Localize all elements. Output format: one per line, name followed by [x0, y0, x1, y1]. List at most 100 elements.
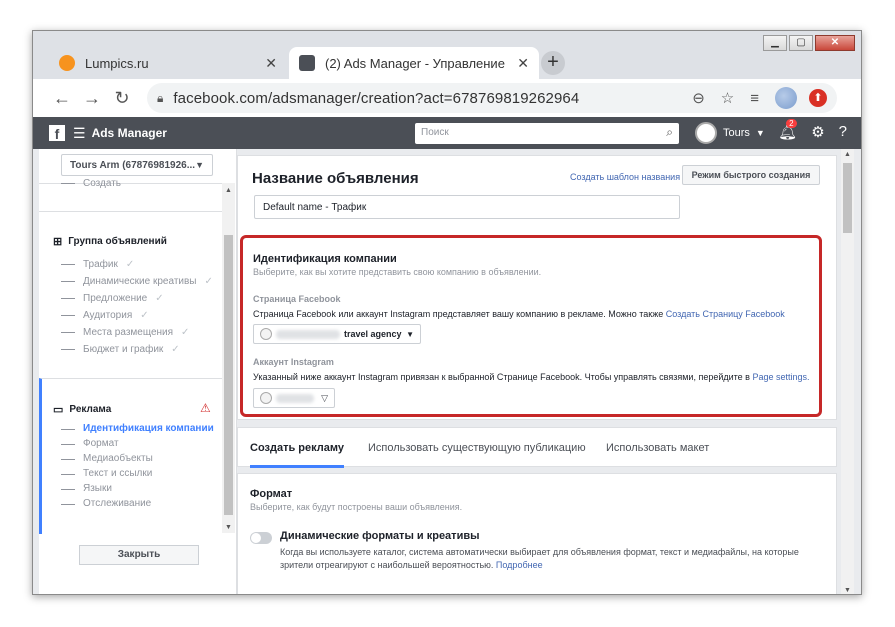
tab-ads-manager[interactable]: (2) Ads Manager - Управление р ✕	[289, 47, 539, 79]
sidebar-item-offer[interactable]: Предложение ✓	[61, 290, 213, 307]
learn-more-link[interactable]: Подробнее	[496, 560, 543, 570]
tab-title: Lumpics.ru	[85, 55, 149, 71]
sidebar-item-languages[interactable]: Языки	[61, 481, 214, 496]
lock-icon[interactable]: 🔒︎	[157, 91, 163, 106]
scroll-down-icon[interactable]: ▼	[841, 587, 854, 594]
profile-avatar[interactable]	[775, 87, 797, 109]
page-settings-link[interactable]: Page settings.	[752, 372, 809, 382]
sidebar-item-label: Текст и ссылки	[83, 468, 153, 479]
app-title: Ads Manager	[91, 126, 167, 140]
ad-set-heading[interactable]: ⊞ Группа объявлений	[53, 235, 167, 248]
notification-count: 2	[786, 119, 797, 128]
ad-account-select[interactable]: Tours Arm (67876981926... ▼	[61, 154, 213, 176]
zoom-icon[interactable]: ⊖	[692, 89, 705, 107]
ad-name-title: Название объявления	[252, 170, 419, 187]
content-area: Tours Arm (67876981926... ▼ Создать ⊞ Гр…	[33, 149, 861, 594]
check-icon: ✓	[140, 310, 149, 321]
sidebar-item-label: Медиаобъекты	[83, 453, 153, 464]
instagram-avatar	[260, 392, 272, 404]
quick-creation-button[interactable]: Режим быстрого создания	[682, 165, 820, 185]
chevron-down-icon: ▼	[195, 160, 204, 170]
bookmark-star-icon[interactable]: ☆	[721, 89, 734, 107]
campaign-tree: Создать	[61, 175, 121, 192]
sidebar-item-text-links[interactable]: Текст и ссылки	[61, 466, 214, 481]
account-switcher[interactable]: Tours ▼	[695, 122, 765, 144]
facebook-page-select[interactable]: travel agency ▼	[253, 324, 421, 344]
facebook-page-text: Страница Facebook или аккаунт Instagram …	[253, 309, 785, 319]
tab-lumpics[interactable]: Lumpics.ru ✕	[49, 47, 287, 79]
search-icon[interactable]: ⌕	[666, 125, 673, 140]
address-bar[interactable]: 🔒︎ facebook.com/adsmanager/creation?act=…	[147, 83, 837, 113]
ad-icon: ▭	[53, 404, 64, 416]
close-button[interactable]: Закрыть	[79, 545, 199, 565]
scroll-up-icon[interactable]: ▲	[841, 151, 854, 158]
instagram-label: Аккаунт Instagram	[253, 357, 334, 367]
tab-existing-post[interactable]: Использовать существующую публикацию	[368, 428, 586, 468]
creative-tabs: Создать рекламу Использовать существующу…	[237, 427, 837, 468]
sidebar-item-label: Бюджет и график	[83, 344, 164, 355]
sidebar-divider	[39, 211, 222, 212]
format-subtitle: Выберите, как будут построены ваши объяв…	[250, 502, 463, 512]
notifications-bell-icon[interactable]: 🔔︎ 2	[778, 119, 797, 141]
page-name: travel agency	[344, 329, 402, 339]
scrollbar-thumb[interactable]	[224, 235, 233, 515]
instagram-text: Указанный ниже аккаунт Instagram привяза…	[253, 372, 810, 382]
dynamic-format-toggle[interactable]	[250, 532, 272, 544]
back-arrow-icon[interactable]: ←	[47, 88, 77, 109]
dynamic-format-label: Динамические форматы и креативы	[280, 530, 480, 542]
name-template-link[interactable]: Создать шаблон названия	[570, 172, 680, 182]
reload-icon[interactable]: ↻	[107, 88, 137, 109]
tab-create-ad[interactable]: Создать рекламу	[250, 428, 344, 468]
identity-title: Идентификация компании	[253, 253, 397, 265]
scrollbar-thumb[interactable]	[843, 163, 852, 233]
scroll-up-icon[interactable]: ▲	[222, 187, 235, 194]
ad-name-input[interactable]: Default name - Трафик	[254, 195, 680, 219]
facebook-page-description: Страница Facebook или аккаунт Instagram …	[253, 309, 664, 319]
sidebar-item-media[interactable]: Медиаобъекты	[61, 451, 214, 466]
help-icon[interactable]: ?	[839, 123, 847, 141]
sidebar-item-placements[interactable]: Места размещения ✓	[61, 324, 213, 341]
sidebar-item-format[interactable]: Формат	[61, 436, 214, 451]
update-icon[interactable]: ⬆	[809, 89, 827, 107]
sidebar-item-dynamic-creatives[interactable]: Динамические креативы ✓	[61, 273, 213, 290]
scroll-down-icon[interactable]: ▼	[222, 524, 235, 531]
sidebar-item-label: Создать	[83, 178, 122, 189]
sidebar-item-create[interactable]: Создать	[61, 175, 121, 192]
account-avatar	[695, 122, 717, 144]
sidebar-item-label: Динамические креативы	[83, 276, 197, 287]
redacted-text	[276, 393, 314, 403]
forward-arrow-icon[interactable]: →	[77, 88, 107, 109]
sidebar-item-label: Формат	[83, 438, 119, 449]
gear-icon[interactable]: ⚙	[811, 123, 824, 141]
url-text[interactable]: facebook.com/adsmanager/creation?act=678…	[173, 90, 676, 107]
check-icon: ✓	[204, 276, 213, 287]
check-icon: ✓	[125, 259, 135, 270]
ad-name-card: Название объявления Создать шаблон назва…	[237, 155, 837, 420]
check-icon: ✓	[155, 293, 164, 304]
facebook-logo-icon[interactable]: f	[49, 125, 65, 142]
instagram-description: Указанный ниже аккаунт Instagram привяза…	[253, 372, 750, 382]
ad-section: ▭ Реклама ⚠ Идентификация компании Форма…	[39, 378, 222, 534]
close-tab-icon[interactable]: ✕	[265, 55, 277, 72]
search-input[interactable]: Поиск ⌕	[415, 123, 679, 144]
new-tab-button[interactable]: +	[541, 51, 565, 75]
sidebar-item-budget[interactable]: Бюджет и график ✓	[61, 341, 213, 358]
sidebar-scrollbar[interactable]: ▲ ▼	[222, 183, 235, 533]
lumpics-favicon-icon	[59, 55, 75, 71]
main-scrollbar[interactable]: ▲ ▼	[841, 149, 854, 594]
close-tab-icon[interactable]: ✕	[517, 55, 529, 72]
sidebar-item-label: Трафик	[83, 259, 118, 270]
ad-heading[interactable]: ▭ Реклама	[53, 403, 111, 416]
sidebar-item-tracking[interactable]: Отслеживание	[61, 496, 214, 511]
menu-icon[interactable]: ☰	[73, 125, 86, 142]
dynamic-format-description: Когда вы используете каталог, система ав…	[280, 546, 800, 572]
media-queue-icon[interactable]: ≡	[750, 90, 759, 107]
chevron-down-icon: ▼	[406, 329, 414, 339]
tab-use-mockup[interactable]: Использовать макет	[606, 428, 709, 468]
sidebar-item-label: Отслеживание	[83, 498, 152, 509]
sidebar-item-traffic[interactable]: Трафик ✓	[61, 256, 213, 273]
sidebar-item-audience[interactable]: Аудитория ✓	[61, 307, 213, 324]
sidebar-item-identity[interactable]: Идентификация компании	[61, 421, 214, 436]
create-page-link[interactable]: Создать Страницу Facebook	[666, 309, 785, 319]
instagram-account-select[interactable]: ▽	[253, 388, 335, 408]
